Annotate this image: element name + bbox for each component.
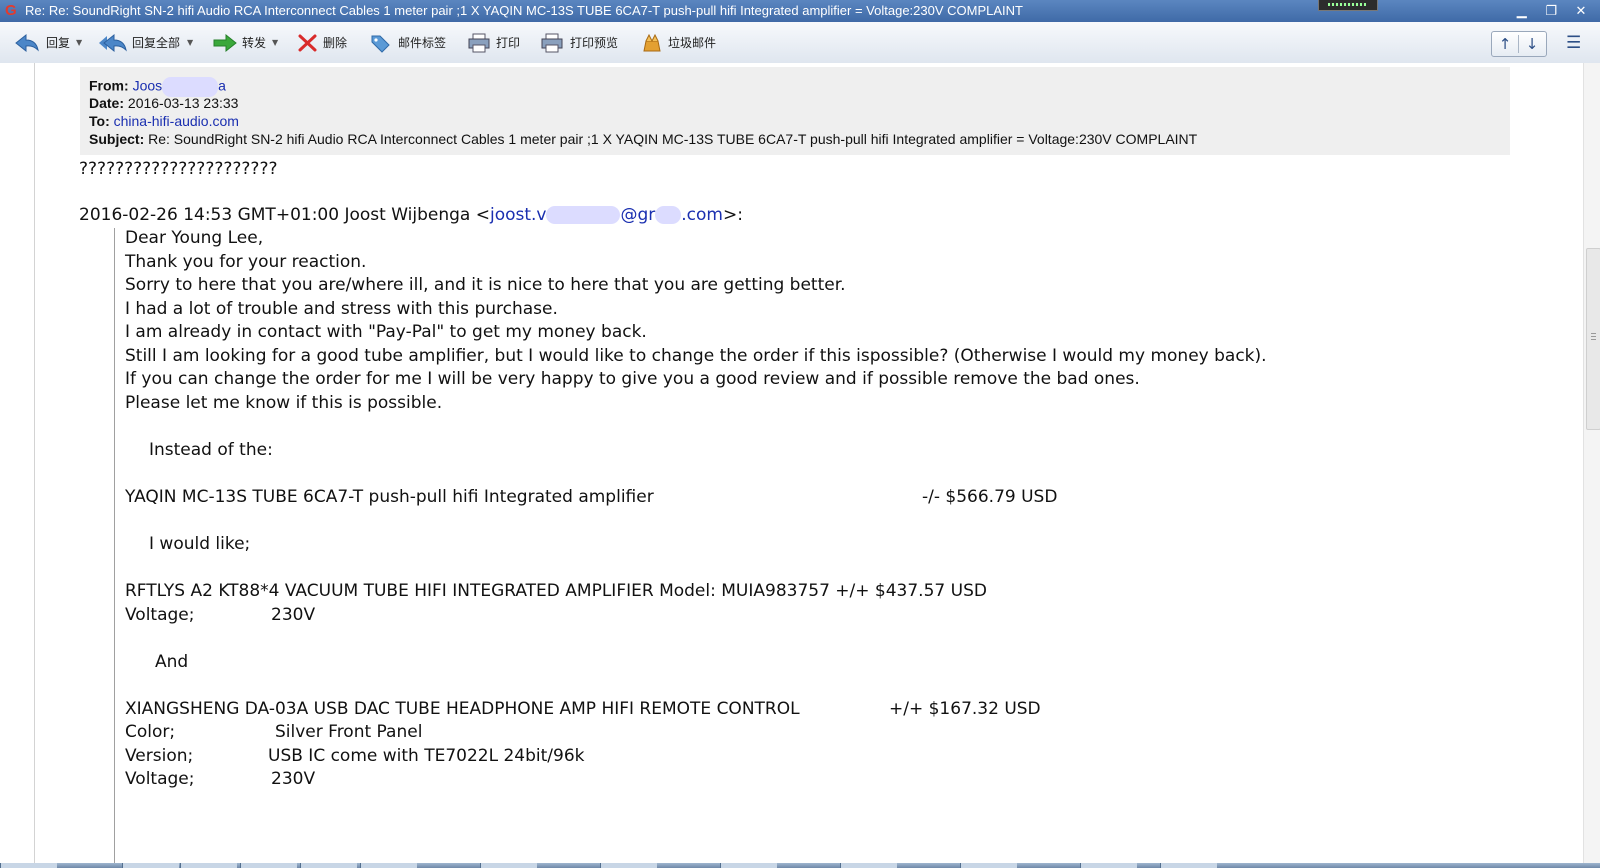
print-icon — [468, 33, 490, 53]
forward-dropdown-icon[interactable]: ▼ — [272, 33, 278, 53]
current-item-price: -/- $566.79 USD — [922, 487, 1058, 507]
delete-icon — [298, 34, 317, 52]
window-title: Re: Re: SoundRight SN-2 hifi Audio RCA I… — [25, 3, 1023, 18]
delete-button[interactable]: 删除 — [297, 33, 353, 53]
redacted-name — [162, 77, 219, 97]
current-item-name: YAQIN MC-13S TUBE 6CA7-T push-pull hifi … — [125, 487, 654, 507]
date-value: 2016-03-13 23:33 — [127, 95, 239, 111]
from-line: From: Joos a — [89, 77, 226, 97]
quote-line: Still I am looking for a good tube ampli… — [125, 346, 1267, 366]
new-item-2-version-label: Version; — [125, 746, 194, 766]
title-bar: G Re: Re: SoundRight SN-2 hifi Audio RCA… — [0, 0, 1600, 22]
new-item-2-color-value: Silver Front Panel — [275, 722, 423, 742]
from-value-start[interactable]: Joos — [133, 78, 163, 94]
quote-email-mid[interactable]: @gr — [620, 205, 655, 225]
date-line: Date: 2016-03-13 23:33 — [89, 95, 238, 111]
new-item-2-name: XIANGSHENG DA-03A USB DAC TUBE HEADPHONE… — [125, 699, 800, 719]
subject-line: Subject: Re: SoundRight SN-2 hifi Audio … — [89, 131, 1197, 147]
forward-icon — [213, 33, 237, 53]
new-item-2-voltage-value: 230V — [271, 769, 316, 789]
from-label: From: — [89, 77, 129, 94]
quote-email-end[interactable]: .com — [681, 205, 723, 225]
new-item-2-color-label: Color; — [125, 722, 176, 742]
reply-all-dropdown-icon[interactable]: ▼ — [187, 33, 193, 53]
and-text: And — [155, 652, 189, 672]
quote-line: Thank you for your reaction. — [125, 252, 367, 272]
next-message-button[interactable]: ↓ — [1519, 32, 1545, 56]
reply-all-label: 回复全部 — [132, 36, 181, 50]
print-button[interactable]: 打印 — [467, 33, 527, 53]
quote-line: I am already in contact with "Pay-Pal" t… — [125, 322, 647, 342]
subject-value: Re: SoundRight SN-2 hifi Audio RCA Inter… — [148, 131, 1198, 147]
instead-of-text: Instead of the: — [149, 440, 273, 460]
new-item-1-voltage-label: Voltage; — [125, 605, 195, 625]
redacted-email — [546, 206, 621, 224]
new-item-2-price: +/+ $167.32 USD — [889, 699, 1041, 719]
left-divider — [34, 63, 35, 863]
mail-tag-label: 邮件标签 — [398, 36, 447, 50]
menu-list-icon[interactable]: ☰ — [1566, 33, 1581, 53]
app-logo-icon: G — [5, 2, 17, 19]
quote-line: I had a lot of trouble and stress with t… — [125, 299, 558, 319]
taskbar — [0, 863, 1600, 868]
from-value-end[interactable]: a — [218, 78, 226, 94]
scrollbar-thumb[interactable] — [1586, 248, 1600, 430]
delete-label: 删除 — [323, 36, 348, 50]
reply-all-button[interactable]: 回复全部 ▼ — [98, 33, 198, 53]
print-preview-label: 打印预览 — [570, 36, 619, 50]
quote-bar — [114, 228, 115, 868]
minimize-button[interactable]: ▁ — [1509, 0, 1535, 22]
spam-icon — [643, 33, 661, 52]
reply-dropdown-icon[interactable]: ▼ — [76, 33, 82, 53]
restore-button[interactable]: ❐ — [1538, 0, 1564, 22]
to-line: To: china-hifi-audio.com — [89, 113, 239, 129]
reply-button[interactable]: 回复 ▼ — [14, 33, 86, 53]
quote-line: Dear Young Lee, — [125, 228, 264, 248]
print-preview-button[interactable]: 打印预览 — [540, 33, 626, 53]
reply-icon — [15, 33, 39, 53]
window-controls: ▁ ❐ ✕ — [1509, 0, 1594, 22]
reply-text: ?????????????????????? — [79, 159, 278, 179]
quote-line: Sorry to here that you are/where ill, an… — [125, 275, 846, 295]
quote-line: Please let me know if this is possible. — [125, 393, 443, 413]
redacted-domain — [655, 206, 682, 224]
quote-attribution-suffix: >: — [722, 205, 743, 225]
print-label: 打印 — [496, 36, 521, 50]
close-button[interactable]: ✕ — [1568, 0, 1594, 22]
new-item-2-voltage-label: Voltage; — [125, 769, 195, 789]
reply-label: 回复 — [46, 36, 71, 50]
previous-message-button[interactable]: ↑ — [1492, 32, 1518, 56]
new-item-1-name: RFTLYS A2 KT88*4 VACUUM TUBE HIFI INTEGR… — [125, 581, 987, 601]
date-label: Date: — [89, 95, 125, 111]
vertical-scrollbar[interactable] — [1583, 63, 1600, 863]
message-body-area: From: Joos a Date: 2016-03-13 23:33 To: c… — [0, 63, 1600, 868]
subject-label: Subject: — [89, 131, 145, 147]
reply-all-icon — [99, 33, 127, 53]
would-like-text: I would like; — [149, 534, 251, 554]
quote-attribution-prefix: 2016-02-26 14:53 GMT+01:00 Joost Wijbeng… — [79, 205, 490, 225]
status-meter — [1318, 0, 1378, 11]
print-preview-icon — [541, 33, 563, 53]
tag-icon — [371, 35, 390, 53]
to-value[interactable]: china-hifi-audio.com — [114, 113, 239, 129]
quoted-header-box: From: Joos a Date: 2016-03-13 23:33 To: c… — [80, 67, 1510, 155]
quote-email-start[interactable]: joost.v — [490, 205, 547, 225]
forward-button[interactable]: 转发 ▼ — [212, 33, 284, 53]
spam-button[interactable]: 垃圾邮件 — [640, 33, 726, 53]
message-navigation: ↑ ↓ — [1491, 31, 1547, 57]
spam-label: 垃圾邮件 — [668, 36, 717, 50]
quote-line: If you can change the order for me I wil… — [125, 369, 1140, 389]
to-label: To: — [89, 113, 110, 129]
forward-label: 转发 — [242, 36, 267, 50]
new-item-1-voltage-value: 230V — [271, 605, 316, 625]
quote-attribution: 2016-02-26 14:53 GMT+01:00 Joost Wijbeng… — [79, 205, 743, 225]
mail-toolbar: 回复 ▼ 回复全部 ▼ 转发 ▼ 删除 邮件标签 打印 打印预览 垃圾邮件 ↑ … — [0, 22, 1600, 64]
new-item-2-version-value: USB IC come with TE7022L 24bit/96k — [268, 746, 585, 766]
mail-tag-button[interactable]: 邮件标签 — [370, 33, 450, 53]
